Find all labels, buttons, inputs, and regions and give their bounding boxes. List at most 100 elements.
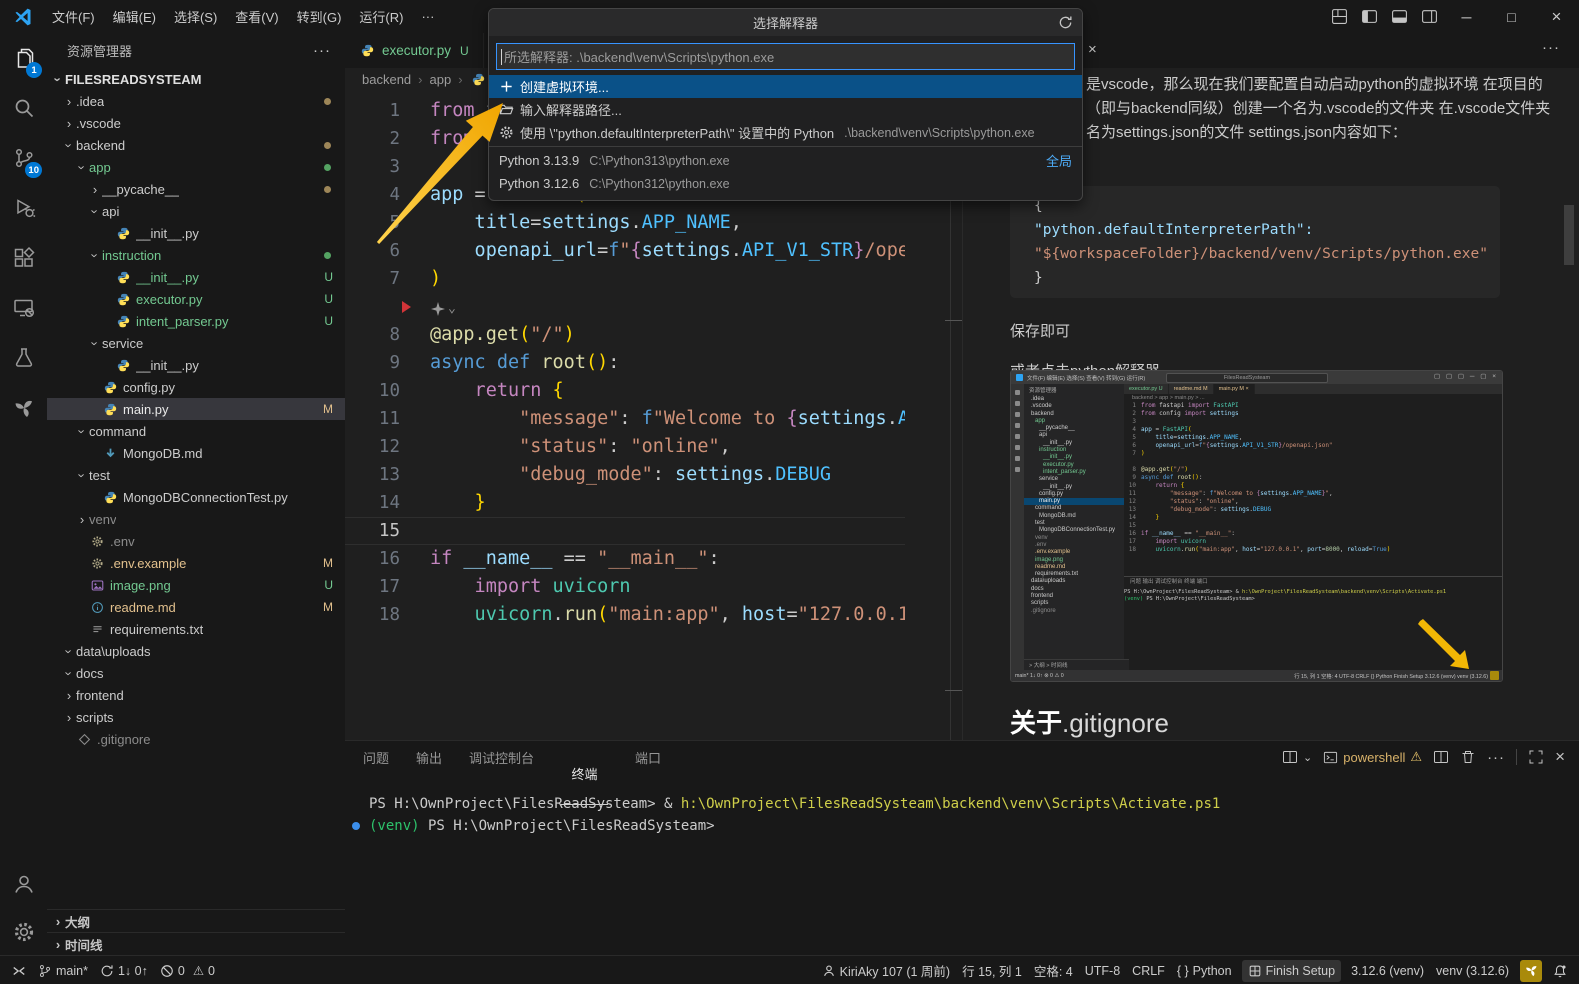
toggle-secondary-sidebar-icon[interactable]: [1414, 4, 1444, 30]
launch-profile-icon[interactable]: [1282, 749, 1298, 765]
author-item[interactable]: KiriAky 107 (1 周前): [816, 960, 956, 982]
run-debug-icon[interactable]: [0, 183, 47, 233]
tree-item-backend[interactable]: ›backend: [47, 134, 345, 156]
close-panel-icon[interactable]: ×: [1555, 747, 1565, 767]
tree-item-.gitignore[interactable]: .gitignore: [47, 728, 345, 750]
tree-item-image.png[interactable]: image.pngU: [47, 574, 345, 596]
tree-item-service[interactable]: ›service: [47, 332, 345, 354]
menu-运行(R)[interactable]: 运行(R): [350, 6, 412, 29]
tree-item-instruction[interactable]: ›instruction: [47, 244, 345, 266]
explorer-icon[interactable]: 1: [0, 33, 47, 83]
code-line-12[interactable]: 12 "status": "online",: [345, 433, 905, 461]
tab-executor-py[interactable]: executor.py U: [345, 33, 484, 68]
minimize-button[interactable]: ─: [1444, 0, 1489, 33]
editor-scrollbar[interactable]: [950, 198, 951, 740]
tree-item-__init__.py[interactable]: __init__.pyU: [47, 266, 345, 288]
code-line-14[interactable]: 14 }: [345, 489, 905, 517]
quickpick-item-3[interactable]: 使用 \"python.defaultInterpreterPath\" 设置中…: [489, 121, 1082, 144]
tree-item-docs[interactable]: ›docs: [47, 662, 345, 684]
tree-item-readme.md[interactable]: readme.mdM: [47, 596, 345, 618]
tree-item-test[interactable]: ›test: [47, 464, 345, 486]
launch-profile-chevron-icon[interactable]: ⌄: [1303, 751, 1312, 764]
settings-gear-icon[interactable]: [0, 909, 47, 955]
quickpick-item-1[interactable]: 创建虚拟环境...: [489, 75, 1082, 98]
code-line-9[interactable]: 9async def root():: [345, 349, 905, 377]
quickpick-item-4[interactable]: Python 3.13.9C:\Python313\python.exe全局: [489, 149, 1082, 172]
menu-选择(S)[interactable]: 选择(S): [165, 6, 226, 29]
interpreter-input[interactable]: 所选解释器: .\backend\venv\Scripts\python.exe: [496, 43, 1075, 70]
language-mode-item[interactable]: { }Python: [1171, 960, 1238, 982]
tree-item-executor.py[interactable]: executor.pyU: [47, 288, 345, 310]
refresh-icon[interactable]: [1058, 15, 1073, 30]
notifications-bell-icon[interactable]: [1547, 960, 1573, 982]
tree-item-command[interactable]: ›command: [47, 420, 345, 442]
panel-more-icon[interactable]: ···: [1487, 749, 1505, 766]
code-line-10[interactable]: 10 return {: [345, 377, 905, 405]
tree-root[interactable]: › FILESREADSYSTEAM: [47, 68, 345, 90]
tree-item-frontend[interactable]: ›frontend: [47, 684, 345, 706]
tree-item-venv[interactable]: ›venv: [47, 508, 345, 530]
close-button[interactable]: ×: [1534, 0, 1579, 33]
tree-item-api[interactable]: ›api: [47, 200, 345, 222]
tab-close-icon[interactable]: ×: [1088, 41, 1097, 58]
tree-item-requirements.txt[interactable]: requirements.txt: [47, 618, 345, 640]
toggle-panel-icon[interactable]: [1384, 4, 1414, 30]
finish-setup-item[interactable]: Finish Setup: [1242, 960, 1341, 982]
quickpick-item-2[interactable]: 输入解释器路径...: [489, 98, 1082, 121]
cursor-position-item[interactable]: 行 15, 列 1: [956, 960, 1028, 982]
tree-item-data\uploads[interactable]: ›data\uploads: [47, 640, 345, 662]
tree-item-__init__.py[interactable]: __init__.py: [47, 354, 345, 376]
tree-item-config.py[interactable]: config.py: [47, 376, 345, 398]
maximize-panel-icon[interactable]: [1528, 749, 1544, 765]
code-line-17[interactable]: 17 import uvicorn: [345, 573, 905, 601]
code-line-15[interactable]: 15: [345, 517, 905, 545]
problems-item[interactable]: 0 ⚠ 0: [154, 960, 221, 982]
toggle-sidebar-icon[interactable]: [1354, 4, 1384, 30]
sidebar-more-icon[interactable]: ···: [313, 42, 331, 59]
account-icon[interactable]: [0, 859, 47, 909]
tree-item-__pycache__[interactable]: ›__pycache__: [47, 178, 345, 200]
menu-文件(F)[interactable]: 文件(F): [43, 6, 104, 29]
remote-indicator[interactable]: [6, 960, 32, 982]
testing-icon[interactable]: [0, 333, 47, 383]
git-sync-item[interactable]: 1↓ 0↑: [94, 960, 154, 982]
tree-item-__init__.py[interactable]: __init__.py: [47, 222, 345, 244]
search-icon[interactable]: [0, 83, 47, 133]
tree-item-intent_parser.py[interactable]: intent_parser.pyU: [47, 310, 345, 332]
editor-actions-more-icon[interactable]: ···: [1542, 39, 1560, 56]
terminal-output[interactable]: PS H:\OwnProject\FilesReadSysteam> & h:\…: [369, 793, 1220, 837]
pinwheel-extension-icon[interactable]: [0, 383, 47, 433]
maximize-button[interactable]: □: [1489, 0, 1534, 33]
remote-explorer-icon[interactable]: [0, 283, 47, 333]
code-line-16[interactable]: 16if __name__ == "__main__":: [345, 545, 905, 573]
indentation-item[interactable]: 空格: 4: [1028, 960, 1079, 982]
eol-item[interactable]: CRLF: [1126, 960, 1171, 982]
code-line-8[interactable]: 8@app.get("/"): [345, 321, 905, 349]
python-version-item[interactable]: 3.12.6 (venv): [1345, 960, 1430, 982]
venv-item[interactable]: venv (3.12.6): [1430, 960, 1515, 982]
quickpick-meta[interactable]: 全局: [1046, 151, 1072, 170]
tree-item-MongoDBConnectionTest.py[interactable]: MongoDBConnectionTest.py: [47, 486, 345, 508]
code-line-13[interactable]: 13 "debug_mode": settings.DEBUG: [345, 461, 905, 489]
source-control-icon[interactable]: 10: [0, 133, 47, 183]
menu-转到(G)[interactable]: 转到(G): [288, 6, 351, 29]
preview-scrollbar[interactable]: [1564, 205, 1574, 265]
copilot-sparkle-icon[interactable]: ⌄: [430, 295, 456, 323]
code-line-18[interactable]: 18 uvicorn.run("main:app", host="127.0.0…: [345, 601, 905, 629]
terminal-instance-powershell[interactable]: powershell ⚠: [1323, 749, 1422, 765]
code-line-7[interactable]: 7): [345, 265, 905, 293]
tree-item-MongoDB.md[interactable]: MongoDB.md: [47, 442, 345, 464]
customize-layout-icon[interactable]: [1324, 4, 1354, 30]
tree-item-app[interactable]: ›app: [47, 156, 345, 178]
tree-item-.idea[interactable]: ›.idea: [47, 90, 345, 112]
tree-item-.env[interactable]: .env: [47, 530, 345, 552]
tree-item-scripts[interactable]: ›scripts: [47, 706, 345, 728]
tree-item-.env.example[interactable]: .env.exampleM: [47, 552, 345, 574]
menu-more[interactable]: ···: [412, 5, 443, 28]
code-line-11[interactable]: 11 "message": f"Welcome to {settings.APP…: [345, 405, 905, 433]
menu-编辑(E)[interactable]: 编辑(E): [104, 6, 165, 29]
quickpick-item-5[interactable]: Python 3.12.6C:\Python312\python.exe: [489, 172, 1082, 195]
sidebar-section-大纲[interactable]: ›大纲: [47, 909, 345, 932]
extension-gold-icon[interactable]: [1520, 960, 1542, 982]
kill-terminal-icon[interactable]: [1460, 749, 1476, 765]
